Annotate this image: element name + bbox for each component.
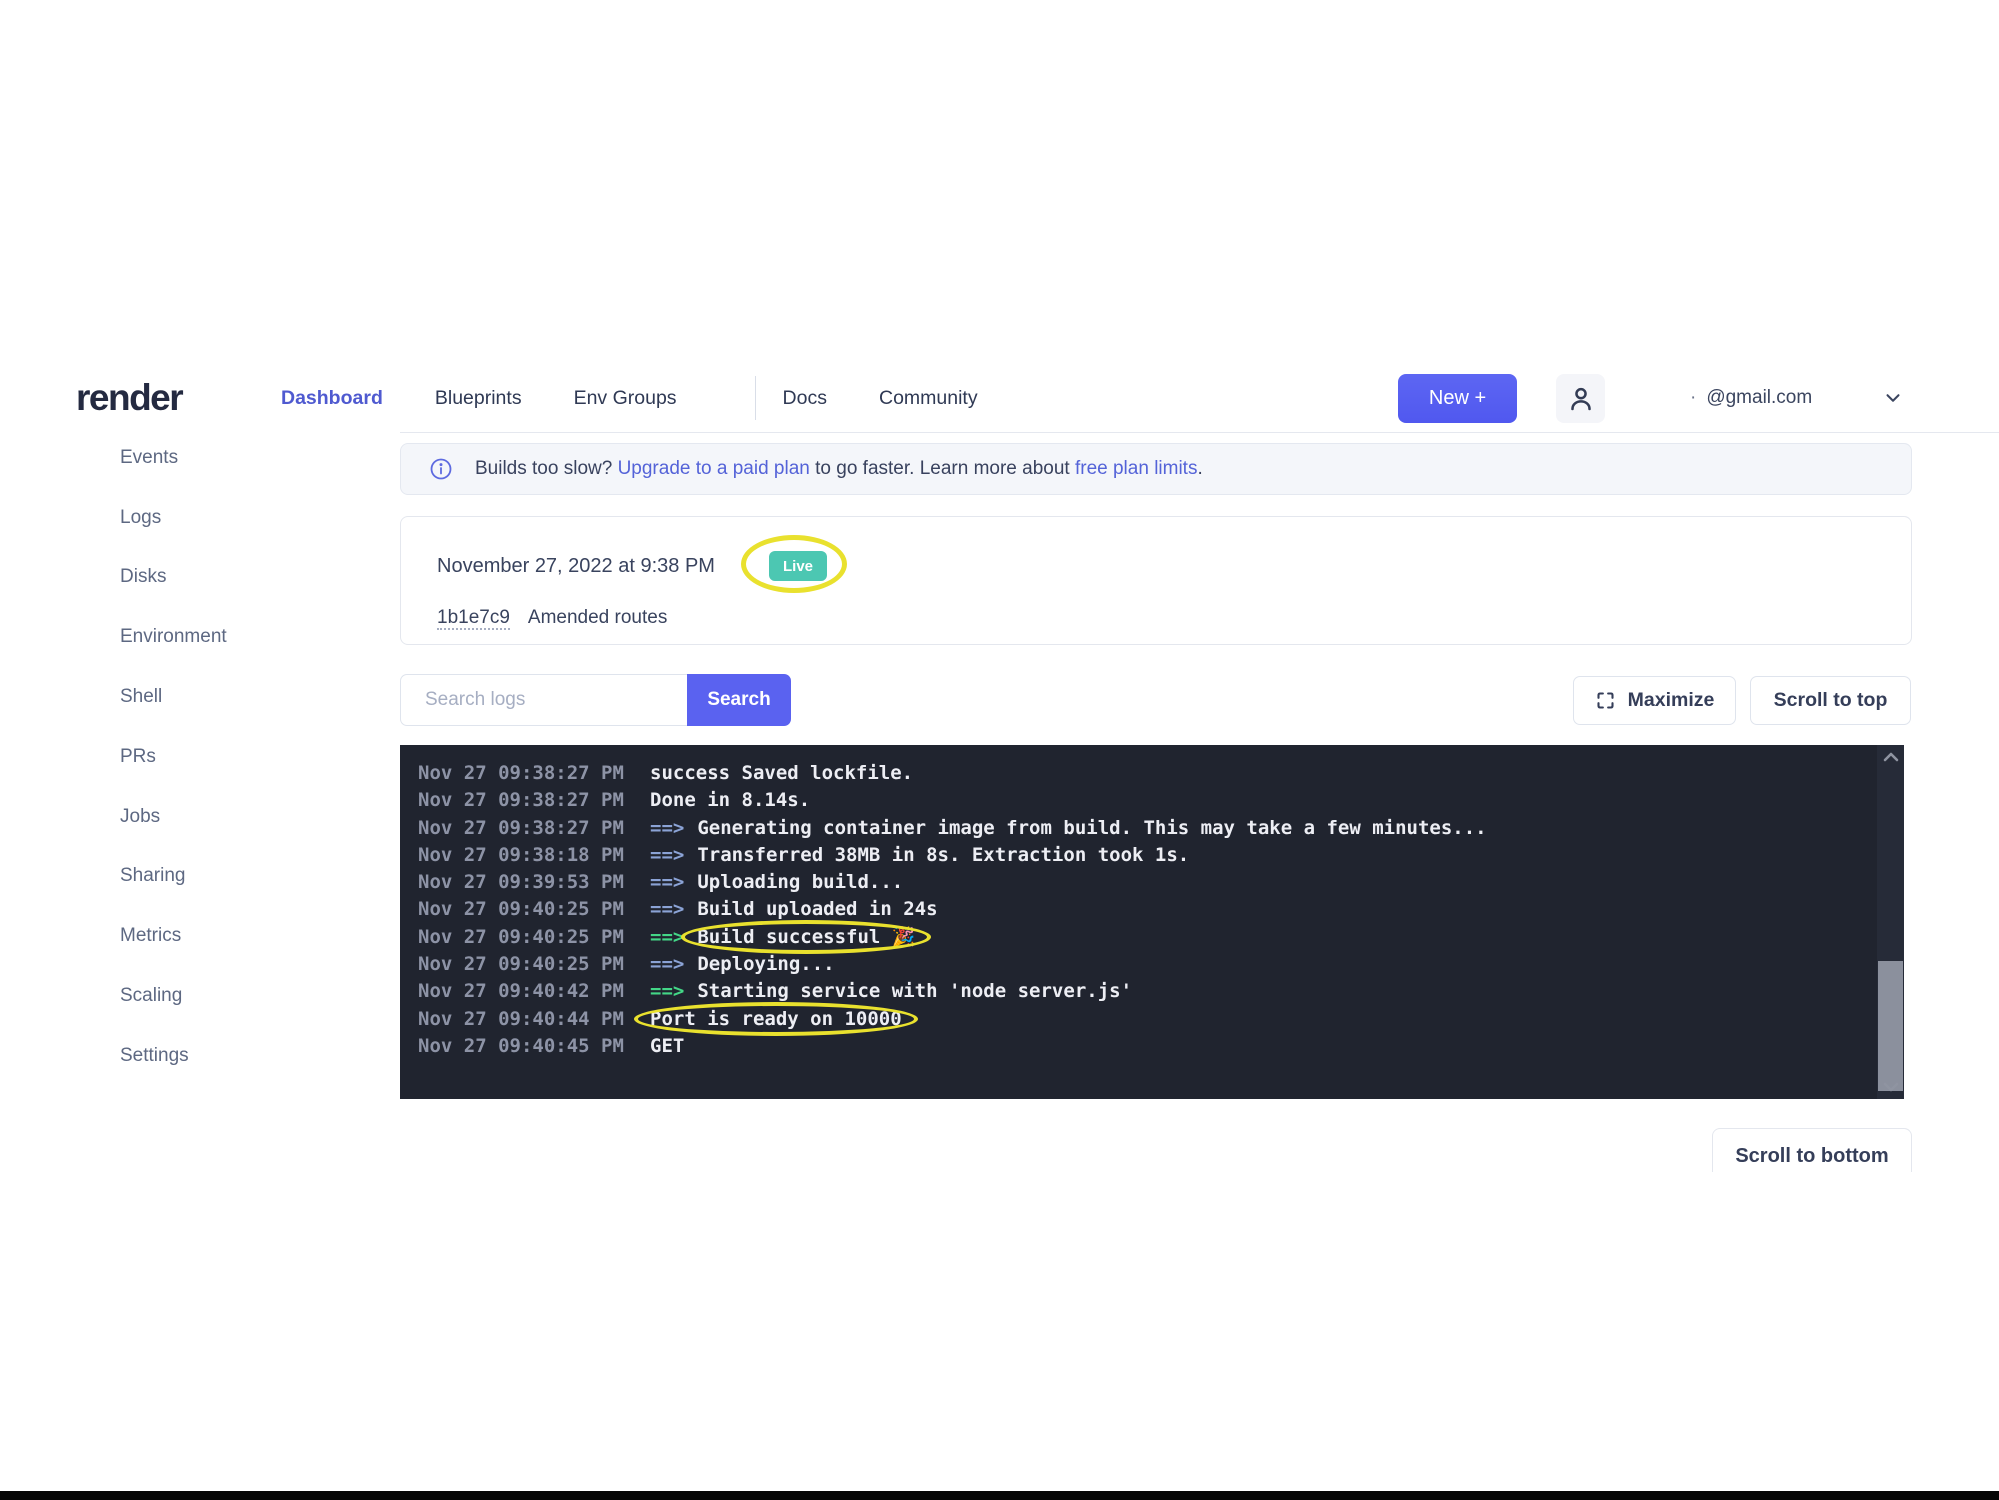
log-message: Build successful 🎉: [697, 926, 915, 948]
log-message: Generating container image from build. T…: [697, 817, 1486, 839]
log-timestamp: Nov 27 09:40:25 PM: [418, 924, 650, 951]
deploy-card: November 27, 2022 at 9:38 PM Live 1b1e7c…: [400, 516, 1912, 645]
log-arrow: ==>: [650, 871, 684, 893]
terminal-scrollbar[interactable]: [1877, 745, 1904, 1099]
maximize-button[interactable]: Maximize: [1573, 676, 1736, 725]
log-timestamp: Nov 27 09:40:25 PM: [418, 896, 650, 923]
log-line: Nov 27 09:40:25 PM==> Build successful 🎉: [418, 924, 1860, 951]
log-line: Nov 27 09:40:42 PM==> Starting service wi…: [418, 978, 1860, 1005]
sidebar-item[interactable]: PRs: [0, 727, 400, 787]
info-icon: [429, 457, 453, 481]
screenshot-bottom-bar: [0, 1491, 1999, 1500]
scroll-to-top-button[interactable]: Scroll to top: [1750, 676, 1911, 725]
log-timestamp: Nov 27 09:39:53 PM: [418, 869, 650, 896]
free-plan-limits-link[interactable]: free plan limits: [1075, 458, 1198, 480]
log-arrow: ==>: [650, 980, 684, 1002]
nav-link[interactable]: Community: [879, 376, 978, 420]
log-message: Deploying...: [697, 953, 834, 975]
log-line: Nov 27 09:39:53 PM==> Uploading build...: [418, 869, 1860, 896]
log-timestamp: Nov 27 09:40:45 PM: [418, 1033, 650, 1060]
log-line: Nov 27 09:40:25 PM==> Deploying...: [418, 951, 1860, 978]
sidebar-item[interactable]: Events: [0, 428, 400, 488]
log-timestamp: Nov 27 09:40:44 PM: [418, 1006, 650, 1033]
live-status-badge: Live: [769, 551, 827, 581]
upgrade-plan-link[interactable]: Upgrade to a paid plan: [618, 458, 810, 480]
sidebar-item[interactable]: Shell: [0, 667, 400, 727]
log-message: Done in 8.14s.: [650, 789, 810, 811]
log-terminal: Nov 27 09:38:27 PMsuccess Saved lockfile…: [400, 745, 1904, 1099]
log-timestamp: Nov 27 09:38:27 PM: [418, 815, 650, 842]
account-avatar-button[interactable]: [1556, 374, 1605, 423]
log-arrow: ==>: [650, 844, 684, 866]
scrollbar-down-arrow-icon[interactable]: [1877, 1077, 1904, 1097]
sidebar-item[interactable]: Logs: [0, 488, 400, 548]
log-message: GET: [650, 1035, 684, 1057]
deploy-timestamp: November 27, 2022 at 9:38 PM: [437, 555, 715, 578]
banner-text: .: [1197, 458, 1202, 480]
sidebar-item[interactable]: Sharing: [0, 847, 400, 907]
chevron-down-icon[interactable]: [1882, 387, 1904, 414]
sidebar-item[interactable]: Scaling: [0, 966, 400, 1026]
fullscreen-icon: [1595, 690, 1616, 711]
banner-text: to go faster. Learn more about: [810, 458, 1075, 480]
sidebar-item[interactable]: Jobs: [0, 787, 400, 847]
log-arrow: ==>: [650, 926, 684, 948]
log-arrow: ==>: [650, 898, 684, 920]
search-button[interactable]: Search: [687, 674, 791, 726]
person-icon: [1565, 383, 1597, 415]
log-arrow: ==>: [650, 817, 684, 839]
commit-row: 1b1e7c9 Amended routes: [437, 607, 667, 629]
log-timestamp: Nov 27 09:38:27 PM: [418, 760, 650, 787]
log-timestamp: Nov 27 09:38:27 PM: [418, 787, 650, 814]
top-nav: render Dashboard Blueprints Env Groups D…: [0, 365, 1999, 433]
nav-link[interactable]: Dashboard: [281, 376, 383, 420]
new-button[interactable]: New +: [1398, 374, 1517, 423]
log-timestamp: Nov 27 09:40:42 PM: [418, 978, 650, 1005]
scrollbar-up-arrow-icon[interactable]: [1877, 747, 1904, 767]
log-output: Nov 27 09:38:27 PMsuccess Saved lockfile…: [400, 745, 1904, 1060]
sidebar-item[interactable]: Disks: [0, 548, 400, 608]
nav-link[interactable]: Env Groups: [574, 376, 677, 420]
log-message: Port is ready on 10000: [650, 1008, 902, 1030]
log-line: Nov 27 09:40:25 PM==> Build uploaded in 2…: [418, 896, 1860, 923]
log-timestamp: Nov 27 09:40:25 PM: [418, 951, 650, 978]
log-message: Uploading build...: [697, 871, 903, 893]
account-email: @gmail.com: [1706, 387, 1812, 409]
account-menu[interactable]: · @gmail.com: [1690, 365, 1812, 431]
log-message: Transferred 38MB in 8s. Extraction took …: [697, 844, 1189, 866]
search-logs-input[interactable]: [400, 674, 687, 726]
nav-link[interactable]: Blueprints: [435, 376, 522, 420]
log-timestamp: Nov 27 09:38:18 PM: [418, 842, 650, 869]
maximize-label: Maximize: [1628, 689, 1715, 712]
log-line: Nov 27 09:38:27 PMDone in 8.14s.: [418, 787, 1860, 814]
sidebar-item[interactable]: Environment: [0, 607, 400, 667]
log-line: Nov 27 09:40:45 PMGET: [418, 1033, 1860, 1060]
sidebar-item[interactable]: Settings: [0, 1026, 400, 1086]
commit-message: Amended routes: [528, 607, 667, 628]
log-message: Build uploaded in 24s: [697, 898, 937, 920]
log-line: Nov 27 09:40:44 PMPort is ready on 10000: [418, 1006, 1860, 1033]
upgrade-banner: Builds too slow? Upgrade to a paid plan …: [400, 443, 1912, 495]
account-prefix-dot: ·: [1690, 387, 1696, 409]
scroll-to-bottom-button[interactable]: Scroll to bottom: [1712, 1128, 1912, 1185]
primary-nav: Dashboard Blueprints Env Groups Docs Com…: [281, 365, 978, 431]
log-arrow: ==>: [650, 953, 684, 975]
log-line: Nov 27 09:38:27 PM==> Generating containe…: [418, 815, 1860, 842]
sidebar-item[interactable]: Metrics: [0, 906, 400, 966]
render-logo[interactable]: render: [76, 377, 182, 419]
log-message: Starting service with 'node server.js': [697, 980, 1132, 1002]
service-sidebar: Events Logs Disks Environment Shell PRs …: [0, 428, 400, 1086]
commit-hash-link[interactable]: 1b1e7c9: [437, 607, 510, 630]
banner-text: Builds too slow?: [475, 458, 618, 480]
nav-link[interactable]: Docs: [755, 376, 827, 420]
scrollbar-thumb[interactable]: [1878, 961, 1903, 1091]
log-line: Nov 27 09:38:18 PM==> Transferred 38MB in…: [418, 842, 1860, 869]
log-line: Nov 27 09:38:27 PMsuccess Saved lockfile…: [418, 760, 1860, 787]
log-message: success Saved lockfile.: [650, 762, 913, 784]
